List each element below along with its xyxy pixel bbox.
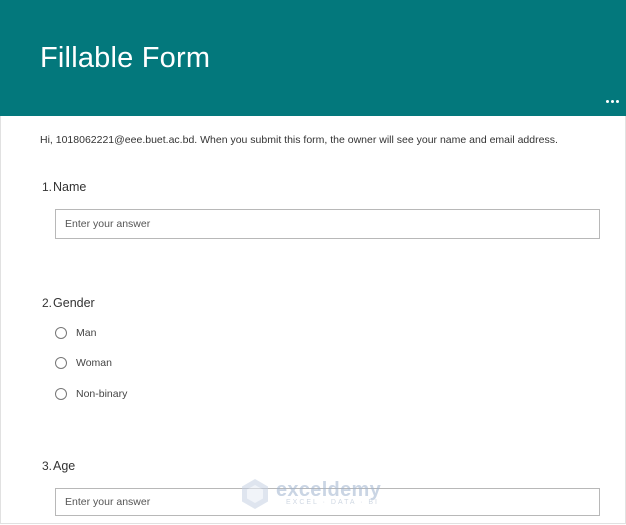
gender-option-man[interactable]: Man [55, 325, 96, 341]
name-answer-input[interactable] [55, 209, 600, 239]
submission-notice: Hi, 1018062221@eee.buet.ac.bd. When you … [40, 134, 558, 146]
form-header: Fillable Form [0, 0, 626, 116]
dot [611, 100, 614, 103]
gender-option-woman[interactable]: Woman [55, 355, 112, 371]
question-label: Age [53, 459, 76, 473]
dot [616, 100, 619, 103]
gender-option-non-binary[interactable]: Non-binary [55, 386, 127, 402]
radio-button[interactable] [55, 388, 67, 400]
radio-label: Non-binary [76, 388, 128, 400]
form-title: Fillable Form [40, 42, 211, 74]
radio-label: Woman [76, 357, 112, 369]
radio-button[interactable] [55, 327, 67, 339]
more-options-icon[interactable] [606, 99, 620, 105]
age-answer-input[interactable] [55, 488, 600, 516]
question-gender: 2.Gender [42, 294, 95, 312]
dot [606, 100, 609, 103]
question-number: 2. [42, 296, 53, 310]
question-name: 1.Name [42, 178, 86, 196]
radio-label: Man [76, 327, 97, 339]
question-number: 1. [42, 180, 53, 194]
question-label: Gender [53, 296, 95, 310]
radio-button[interactable] [55, 357, 67, 369]
question-age: 3.Age [42, 457, 75, 475]
question-label: Name [53, 180, 87, 194]
question-number: 3. [42, 459, 53, 473]
